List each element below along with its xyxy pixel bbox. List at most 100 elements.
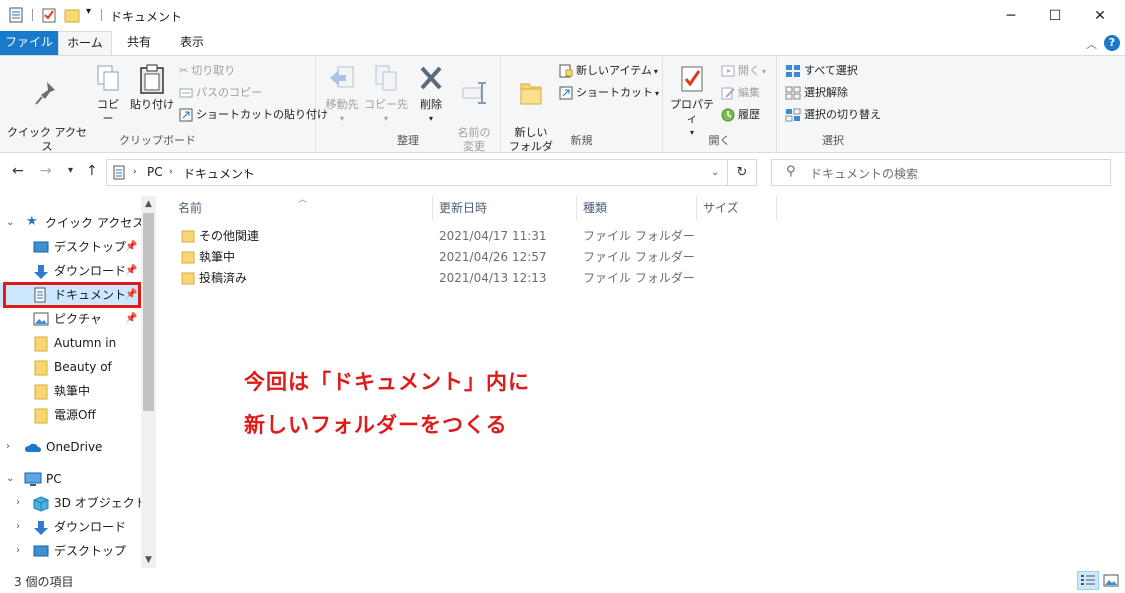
pin-icon [35, 82, 55, 105]
organize-group-label: 整理 [397, 134, 419, 147]
tab-home[interactable]: ホーム [58, 31, 112, 55]
nav-item-desktop[interactable]: デスクトップ 📌 [0, 235, 140, 259]
download-arrow-icon [34, 521, 48, 535]
large-icons-view-icon[interactable] [1100, 571, 1122, 590]
collapse-ribbon-icon[interactable]: ︿ [1086, 36, 1097, 52]
paste-shortcut-button[interactable]: ショートカットの貼り付け [179, 106, 328, 124]
close-button[interactable]: ✕ [1077, 0, 1123, 31]
maximize-button[interactable]: ☐ [1032, 0, 1078, 31]
nav-item-folder[interactable]: Beauty of [0, 355, 140, 379]
collapsed-chevron-icon[interactable]: › [6, 435, 10, 459]
up-arrow-icon[interactable]: ↑ [86, 163, 98, 179]
delete-label: 削除 [420, 98, 442, 111]
scroll-up-icon[interactable]: ▲ [143, 199, 154, 209]
minimize-button[interactable]: ─ [988, 0, 1034, 31]
column-header-name[interactable]: 名前 [178, 196, 202, 222]
new-item-dropdown-icon: ▾ [653, 67, 658, 76]
select-none-button[interactable]: 選択解除 [785, 84, 848, 102]
recent-locations-dropdown-icon[interactable]: ▾ [68, 165, 73, 176]
properties-button[interactable]: プロパティ ▾ [667, 64, 717, 140]
column-divider[interactable] [696, 196, 697, 220]
edit-button[interactable]: 編集 [721, 84, 760, 102]
invert-selection-button[interactable]: 選択の切り替え [785, 106, 881, 124]
folder-icon [34, 336, 48, 352]
nav-onedrive[interactable]: › OneDrive [0, 435, 140, 459]
column-divider[interactable] [576, 196, 577, 220]
nav-item-label: 3D オブジェクト [54, 496, 147, 510]
nav-pc[interactable]: ⌄ PC [0, 467, 140, 491]
file-name: 投稿済み [199, 271, 248, 285]
new-group-label: 新規 [570, 134, 593, 147]
refresh-button[interactable]: ↻ [728, 159, 757, 186]
nav-pc-desktop[interactable]: › デスクトップ [0, 539, 140, 563]
column-divider[interactable] [432, 196, 433, 220]
nav-item-pictures[interactable]: ピクチャ 📌 [0, 307, 140, 331]
details-view-icon[interactable] [1077, 571, 1099, 590]
address-bar[interactable]: › PC › ドキュメント › ⌄ [106, 159, 728, 186]
easy-access-button[interactable]: ショートカット ▾ [559, 84, 659, 102]
nav-item-folder[interactable]: 執筆中 [0, 379, 140, 403]
customize-qa-dropdown-icon[interactable]: ▾ [86, 6, 91, 22]
column-header-date[interactable]: 更新日時 [439, 196, 487, 222]
navigation-bar: ← → ▾ ↑ › PC › ドキュメント › ⌄ ↻ ⚲ ドキュメントの検索 [0, 153, 1125, 191]
copy-to-button[interactable]: コピー先 ▾ [364, 64, 408, 126]
nav-item-label: ピクチャ [54, 312, 102, 326]
nav-item-downloads[interactable]: ダウンロード 📌 [0, 259, 140, 283]
forward-arrow-icon[interactable]: → [40, 163, 52, 179]
column-header-type[interactable]: 種類 [583, 196, 607, 222]
column-header-size[interactable]: サイズ [703, 196, 739, 222]
copy-path-label: パスのコピー [196, 86, 262, 99]
tab-file[interactable]: ファイル [0, 31, 58, 55]
history-button[interactable]: 履歴 [721, 106, 760, 124]
paste-shortcut-label: ショートカットの貼り付け [196, 108, 328, 121]
help-icon[interactable]: ? [1104, 35, 1120, 51]
select-all-label: すべて選択 [804, 64, 858, 77]
cut-button[interactable]: ✂ 切り取り [179, 62, 235, 80]
delete-button[interactable]: 削除 ▾ [414, 64, 448, 126]
new-folder-qa-icon[interactable] [64, 7, 80, 23]
nav-quick-access[interactable]: ⌄ ★ クイック アクセス [0, 211, 144, 235]
folder-icon [181, 272, 195, 285]
tab-share[interactable]: 共有 [112, 31, 166, 55]
document-app-icon[interactable] [9, 7, 23, 23]
pin-icon[interactable]: 📌 [125, 235, 137, 259]
expanded-chevron-icon[interactable]: ⌄ [6, 211, 14, 235]
move-to-button[interactable]: 移動先 ▾ [320, 64, 364, 126]
collapsed-chevron-icon[interactable]: › [16, 491, 20, 515]
scroll-down-icon[interactable]: ▼ [143, 555, 154, 565]
new-item-button[interactable]: 新しいアイテム ▾ [559, 62, 658, 80]
back-arrow-icon[interactable]: ← [12, 163, 24, 179]
nav-item-folder[interactable]: Autumn in [0, 331, 140, 355]
collapsed-chevron-icon[interactable]: › [16, 539, 20, 563]
status-bar: 3 個の項目 [0, 569, 1125, 593]
nav-pc-downloads[interactable]: › ダウンロード [0, 515, 140, 539]
organize-group: 移動先 ▾ コピー先 ▾ 削除 ▾ 名前の 変更 整理 [316, 56, 501, 153]
search-input[interactable]: ⚲ ドキュメントの検索 [771, 159, 1111, 186]
collapsed-chevron-icon[interactable]: › [16, 515, 20, 539]
column-divider[interactable] [776, 196, 777, 220]
pin-icon[interactable]: 📌 [125, 259, 137, 283]
nav-pc-3d-objects[interactable]: › 3D オブジェクト [0, 491, 147, 515]
file-row[interactable]: 執筆中 2021/04/26 12:57 ファイル フォルダー [176, 247, 776, 268]
nav-pc-label: PC [46, 472, 62, 486]
expanded-chevron-icon[interactable]: ⌄ [6, 467, 14, 491]
copy-to-icon [375, 65, 397, 91]
refresh-icon: ↻ [736, 165, 748, 180]
properties-check-icon[interactable] [42, 7, 56, 23]
pin-icon[interactable]: 📌 [125, 307, 137, 331]
desktop-icon [33, 241, 49, 253]
delete-x-icon [420, 66, 442, 90]
nav-scrollbar-thumb[interactable] [143, 213, 154, 411]
address-dropdown-icon[interactable]: ⌄ [711, 167, 719, 178]
copy-button[interactable]: コピー [92, 64, 124, 126]
breadcrumb-pc[interactable]: PC [147, 165, 163, 179]
copy-path-button[interactable]: パスのコピー [179, 84, 262, 102]
nav-item-folder[interactable]: 電源Off [0, 403, 140, 427]
paste-shortcut-icon [179, 108, 193, 122]
select-all-button[interactable]: すべて選択 [785, 62, 858, 80]
file-row[interactable]: その他関連 2021/04/17 11:31 ファイル フォルダー [176, 226, 776, 247]
file-row[interactable]: 投稿済み 2021/04/13 12:13 ファイル フォルダー [176, 268, 776, 289]
open-button[interactable]: 開く ▾ [721, 62, 766, 80]
paste-button[interactable]: 貼り付け [130, 64, 174, 112]
tab-view[interactable]: 表示 [166, 31, 218, 55]
